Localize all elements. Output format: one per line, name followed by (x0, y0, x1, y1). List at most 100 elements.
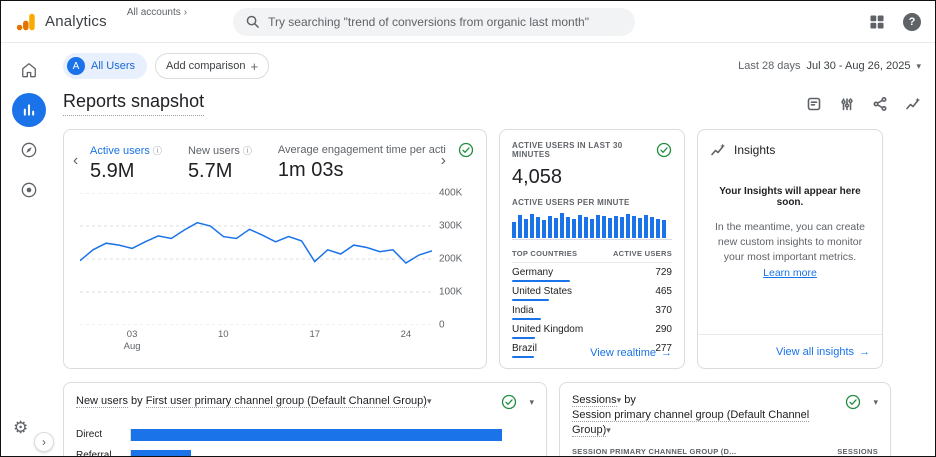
search-icon (245, 14, 260, 29)
caret-down-icon[interactable]: ▾ (606, 425, 611, 435)
sessions-col-label: SESSIONS (837, 447, 878, 456)
breadcrumb-label: All accounts (127, 7, 181, 18)
advertising-target-icon (19, 180, 39, 200)
minute-bar (554, 218, 558, 238)
minute-bar (572, 219, 576, 238)
nav-rail: ⚙ › (1, 43, 57, 456)
insights-sparkline-icon[interactable] (905, 96, 921, 112)
metric-avg-engagement[interactable]: Average engagement time per active us 1m… (278, 144, 446, 182)
country-name: India (512, 305, 534, 316)
caret-down-icon[interactable]: ▾ (427, 396, 432, 406)
metric-header: ‹ Active usersⓘ 5.9M New usersⓘ 5.7M Ave… (64, 130, 486, 183)
share-icon[interactable] (872, 96, 888, 112)
metric-active-users[interactable]: Active usersⓘ 5.9M (90, 144, 162, 183)
insights-body: Your Insights will appear here soon. In … (698, 158, 882, 281)
country-bar (512, 356, 534, 358)
data-quality-check-icon[interactable] (845, 394, 861, 410)
home-icon (19, 60, 39, 80)
all-users-chip[interactable]: A All Users (63, 53, 147, 79)
apps-grid-icon[interactable] (869, 14, 885, 30)
learn-more-link[interactable]: Learn more (763, 267, 817, 279)
notes-icon[interactable] (806, 96, 822, 112)
country-active-users: 370 (655, 305, 672, 316)
all-users-label: All Users (91, 60, 135, 72)
add-comparison-chip[interactable]: Add comparison + (155, 53, 269, 79)
nav-reports[interactable] (12, 93, 46, 127)
view-realtime-link[interactable]: View realtime → (590, 347, 672, 359)
analytics-logo[interactable]: Analytics (15, 11, 107, 33)
minute-bar (620, 217, 624, 238)
y-tick-label: 300K (439, 221, 462, 232)
metric-value: 5.7M (188, 160, 252, 183)
minute-bar (602, 216, 606, 238)
country-row: United Kingdom290 (512, 320, 672, 339)
insights-footer: View all insights → (698, 334, 882, 368)
search-bar[interactable] (233, 8, 635, 36)
sessions-table-header: SESSION PRIMARY CHANNEL GROUP (D... SESS… (572, 447, 878, 456)
chevron-right-icon: › (184, 7, 187, 18)
nav-advertising[interactable] (12, 173, 46, 207)
admin-gear-icon[interactable]: ⚙ (13, 419, 28, 436)
channel-bar (131, 429, 502, 441)
country-row-line: India 370 (512, 305, 672, 316)
country-row-line: Germany729 (512, 267, 672, 278)
country-active-users: 729 (655, 267, 672, 278)
nav-explore[interactable] (12, 133, 46, 167)
data-quality-check-icon[interactable] (501, 394, 517, 410)
country-row-line: United Kingdom290 (512, 324, 672, 335)
metric-selector[interactable]: Sessions (572, 394, 617, 407)
search-input[interactable] (268, 15, 623, 29)
link-label: View all insights (776, 346, 854, 358)
view-all-insights-link[interactable]: View all insights → (776, 346, 870, 358)
arrow-right-icon: → (661, 347, 672, 359)
metric-selector[interactable]: New users (76, 395, 128, 408)
card-actions: ▾ (845, 394, 878, 410)
top-countries-rows: Germany729 United States465 India 370 United… (512, 263, 672, 358)
country-row: United States465 (512, 282, 672, 301)
channel-label: Referral (76, 450, 130, 456)
y-tick-label: 400K (439, 188, 462, 199)
topbar-actions: ? (869, 13, 921, 31)
country-row-line: United States465 (512, 286, 672, 297)
date-range-picker[interactable]: Last 28 days Jul 30 - Aug 26, 2025 ▾ (738, 60, 921, 72)
info-icon[interactable]: ⓘ (243, 144, 252, 157)
data-quality-check-icon[interactable] (656, 142, 672, 158)
channel-bar (131, 450, 191, 456)
minute-bar (548, 216, 552, 238)
date-range-label: Jul 30 - Aug 26, 2025 (807, 60, 911, 72)
trend-x-axis: 03Aug101724 (80, 329, 432, 353)
x-tick-label: 17 (309, 329, 320, 341)
info-icon[interactable]: ⓘ (153, 144, 162, 157)
nav-home[interactable] (12, 53, 46, 87)
sessions-card: Sessions▾ by Session primary channel gro… (559, 382, 891, 456)
country-row: Germany729 (512, 263, 672, 282)
metric-new-users[interactable]: New usersⓘ 5.7M (188, 144, 252, 183)
minute-bar (590, 219, 594, 238)
minute-bar (578, 215, 582, 238)
country-name: Brazil (512, 343, 537, 354)
metric-label: Average engagement time per active us (278, 144, 446, 156)
minute-bar (626, 214, 630, 238)
dimension-selector[interactable]: First user primary channel group (Defaul… (146, 395, 427, 408)
expand-nav-button[interactable]: › (34, 432, 54, 452)
add-comparison-label: Add comparison (166, 60, 246, 72)
chart-options-caret-icon[interactable]: ▾ (529, 397, 534, 408)
overview-card: ‹ Active usersⓘ 5.9M New usersⓘ 5.7M Ave… (63, 129, 487, 369)
prev-metrics-icon[interactable]: ‹ (73, 152, 78, 170)
metric-label: New users (188, 145, 240, 157)
minute-bar (650, 217, 654, 238)
channel-label: Direct (76, 429, 130, 440)
realtime-title: ACTIVE USERS IN LAST 30 MINUTES (512, 141, 652, 159)
trend-chart-svg (80, 193, 432, 325)
per-minute-label: ACTIVE USERS PER MINUTE (512, 198, 672, 207)
next-metrics-icon[interactable]: › (441, 152, 446, 170)
minute-bar (566, 217, 570, 238)
help-icon[interactable]: ? (903, 13, 921, 31)
caret-down-icon[interactable]: ▾ (617, 395, 622, 405)
chart-options-caret-icon[interactable]: ▾ (873, 397, 878, 408)
minute-bar (632, 216, 636, 238)
account-breadcrumb[interactable]: All accounts › (127, 1, 187, 18)
channel-col-label: SESSION PRIMARY CHANNEL GROUP (D... (572, 447, 736, 456)
customize-sliders-icon[interactable] (839, 96, 855, 112)
channel-row: Direct (76, 429, 534, 441)
